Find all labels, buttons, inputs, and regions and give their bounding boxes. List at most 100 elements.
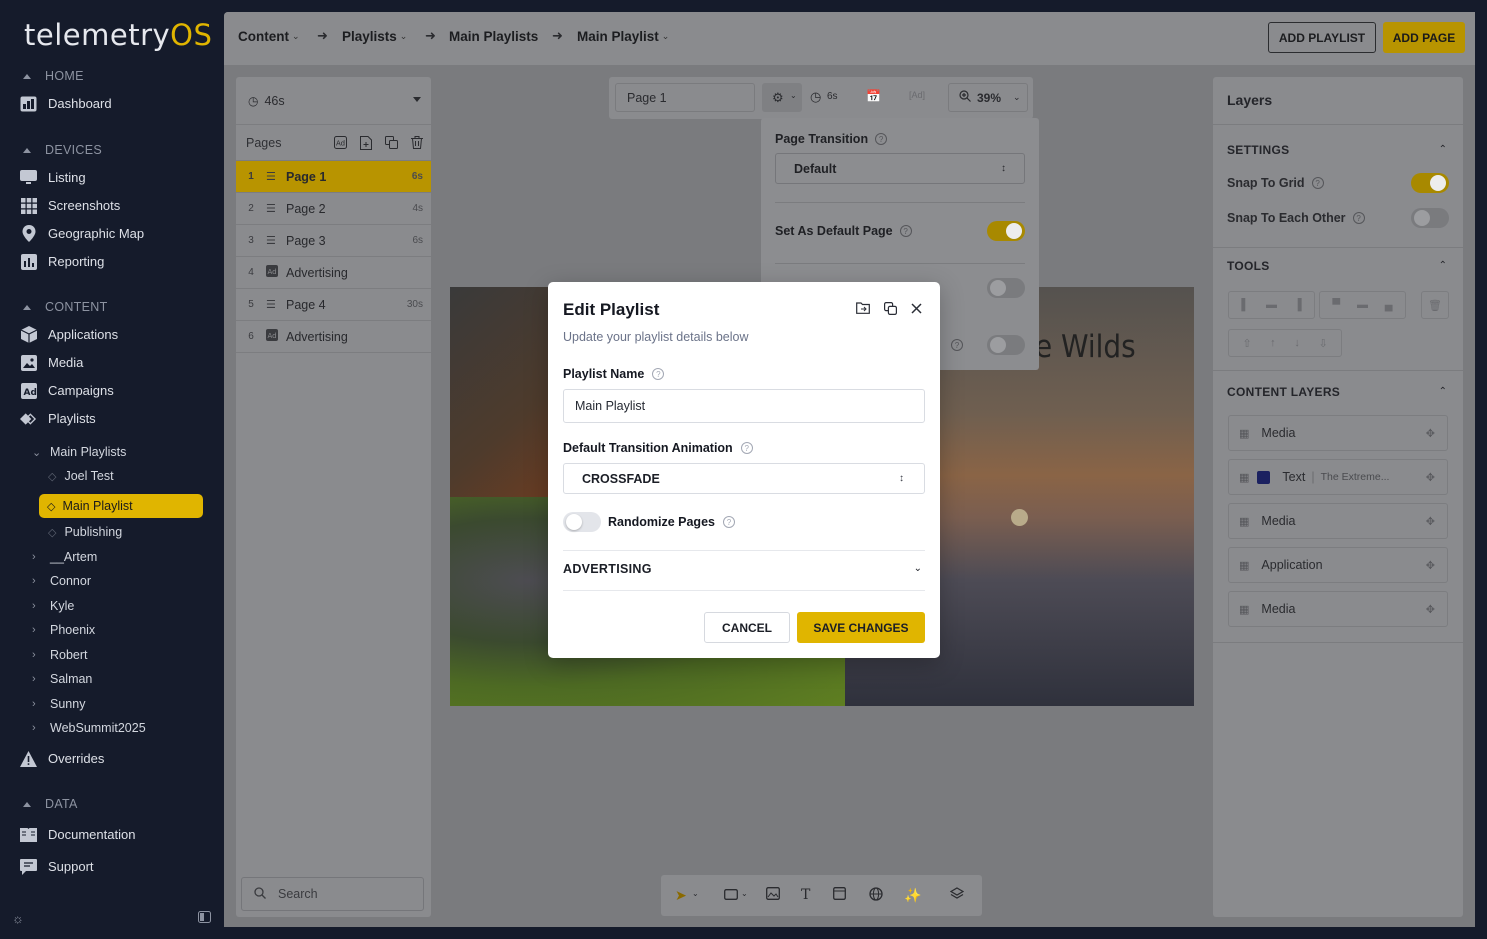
- settings-section-title[interactable]: SETTINGS: [1227, 143, 1289, 157]
- snap-grid-toggle[interactable]: [1411, 173, 1449, 193]
- page-name-input[interactable]: Page 1: [615, 83, 755, 112]
- drag-handle-icon[interactable]: ✥: [1426, 603, 1435, 616]
- sidebar-item-documentation[interactable]: Documentation: [20, 826, 135, 843]
- chevron-down-icon[interactable]: ⌄: [914, 563, 922, 574]
- section-data[interactable]: DATA: [20, 797, 78, 811]
- align-top-icon[interactable]: ▀: [1332, 299, 1340, 311]
- drag-handle-icon[interactable]: ✥: [1426, 559, 1435, 572]
- send-back-icon[interactable]: ⇩: [1318, 337, 1327, 350]
- sidebar-item-playlists[interactable]: Playlists: [20, 410, 96, 427]
- section-devices[interactable]: DEVICES: [20, 143, 102, 157]
- page-row[interactable]: 2 ☰ Page 2 4s: [236, 193, 431, 225]
- page-search-input[interactable]: Search: [241, 877, 424, 911]
- sidebar-item-overrides[interactable]: Overrides: [20, 750, 104, 767]
- tree-folder[interactable]: › WebSummit2025: [32, 721, 146, 735]
- duplicate-icon[interactable]: [385, 136, 398, 153]
- sidebar-item-screenshots[interactable]: Screenshots: [20, 197, 120, 214]
- theme-toggle-icon[interactable]: ☼: [12, 911, 26, 926]
- folder-move-icon[interactable]: [856, 302, 870, 318]
- page-row[interactable]: 6 Ad Advertising: [236, 321, 431, 353]
- align-tools-group[interactable]: ▌ ▬ ▐: [1228, 291, 1315, 319]
- layer-item[interactable]: ▦ Media ✥: [1228, 503, 1448, 539]
- setting-toggle[interactable]: [987, 278, 1025, 298]
- section-home[interactable]: HOME: [20, 69, 84, 83]
- drag-handle-icon[interactable]: ✥: [1426, 427, 1435, 440]
- align-left-icon[interactable]: ▌: [1241, 299, 1249, 311]
- calendar-icon[interactable]: 📅: [866, 89, 881, 103]
- page-row[interactable]: 3 ☰ Page 3 6s: [236, 225, 431, 257]
- page-row[interactable]: 4 Ad Advertising: [236, 257, 431, 289]
- magic-wand-icon[interactable]: ✨: [904, 887, 921, 904]
- collapse-sidebar-icon[interactable]: [198, 911, 212, 925]
- breadcrumb-main-playlist[interactable]: Main Playlist ⌄: [577, 29, 669, 44]
- text-tool-icon[interactable]: T: [801, 887, 810, 903]
- drag-handle-icon[interactable]: ✥: [1426, 471, 1435, 484]
- add-page-icon[interactable]: [360, 136, 372, 153]
- layer-item[interactable]: ▦ Application ✥: [1228, 547, 1448, 583]
- add-ad-page-icon[interactable]: Ad: [334, 136, 347, 153]
- select-cursor-icon[interactable]: ➤: [675, 887, 687, 904]
- close-icon[interactable]: [911, 302, 922, 318]
- layer-item[interactable]: ▦ Media ✥: [1228, 591, 1448, 627]
- image-icon[interactable]: [766, 887, 780, 903]
- advertising-section-toggle[interactable]: ADVERTISING: [563, 562, 652, 576]
- snap-each-toggle[interactable]: [1411, 208, 1449, 228]
- default-page-toggle[interactable]: [987, 221, 1025, 241]
- playlist-name-input[interactable]: Main Playlist: [563, 389, 925, 423]
- duplicate-icon[interactable]: [884, 302, 898, 318]
- tree-folder[interactable]: › Salman: [32, 672, 92, 686]
- page-row[interactable]: 5 ☰ Page 4 30s: [236, 289, 431, 321]
- content-layers-title[interactable]: CONTENT LAYERS: [1227, 385, 1340, 399]
- sidebar-item-geographic-map[interactable]: Geographic Map: [20, 225, 144, 242]
- valign-tools-group[interactable]: ▀ ▬ ▄: [1319, 291, 1406, 319]
- sidebar-item-reporting[interactable]: Reporting: [20, 253, 104, 270]
- align-right-icon[interactable]: ▐: [1294, 299, 1302, 311]
- chevron-up-icon[interactable]: ⌃: [1439, 260, 1447, 271]
- rectangle-icon[interactable]: [724, 887, 738, 903]
- delete-tool[interactable]: 🗑: [1421, 291, 1449, 319]
- send-backward-icon[interactable]: ↓: [1294, 337, 1300, 349]
- cancel-button[interactable]: CANCEL: [704, 612, 790, 643]
- order-tools-group[interactable]: ⇧ ↑ ↓ ⇩: [1228, 329, 1342, 357]
- page-row[interactable]: 1 ☰ Page 1 6s: [236, 161, 431, 193]
- sidebar-item-support[interactable]: Support: [20, 858, 94, 875]
- tree-folder[interactable]: › Connor: [32, 574, 91, 588]
- text-layer[interactable]: e Wilds: [1035, 329, 1136, 365]
- tree-main-playlist-active[interactable]: ◇ Main Playlist: [39, 494, 203, 518]
- sidebar-item-listing[interactable]: Listing: [20, 169, 86, 186]
- page-settings-button[interactable]: ⚙ ⌄: [762, 83, 802, 112]
- application-icon[interactable]: [833, 887, 846, 903]
- playlist-duration-dropdown[interactable]: ◷ 46s: [236, 77, 431, 125]
- page-transition-select[interactable]: Default ↕: [775, 153, 1025, 184]
- layer-item[interactable]: ▦ Media ✥: [1228, 415, 1448, 451]
- tools-section-title[interactable]: TOOLS: [1227, 259, 1270, 273]
- add-page-button[interactable]: ADD PAGE: [1383, 22, 1465, 53]
- drag-handle-icon[interactable]: ✥: [1426, 515, 1435, 528]
- breadcrumb-content[interactable]: Content ⌄: [238, 29, 300, 44]
- sidebar-item-applications[interactable]: Applications: [20, 326, 118, 343]
- bring-forward-icon[interactable]: ↑: [1270, 337, 1276, 349]
- trash-icon[interactable]: [411, 136, 423, 153]
- layer-item[interactable]: ▦ Text | The Extreme... ✥: [1228, 459, 1448, 495]
- add-playlist-button[interactable]: ADD PLAYLIST: [1268, 22, 1376, 53]
- align-bottom-icon[interactable]: ▄: [1385, 299, 1393, 311]
- tree-folder[interactable]: › Kyle: [32, 599, 74, 613]
- zoom-dropdown[interactable]: 39% ⌄: [948, 83, 1028, 112]
- tree-folder[interactable]: › Robert: [32, 648, 88, 662]
- globe-icon[interactable]: [869, 887, 883, 904]
- align-middle-icon[interactable]: ▬: [1357, 299, 1368, 311]
- breadcrumb-main-playlists[interactable]: Main Playlists: [449, 29, 538, 44]
- section-content[interactable]: CONTENT: [20, 300, 108, 314]
- chevron-down-icon[interactable]: ⌄: [741, 889, 748, 898]
- align-center-icon[interactable]: ▬: [1266, 299, 1277, 311]
- randomize-toggle[interactable]: [563, 512, 601, 532]
- tree-folder[interactable]: › Sunny: [32, 697, 85, 711]
- sidebar-item-campaigns[interactable]: Ad Campaigns: [20, 382, 114, 399]
- tree-publishing[interactable]: ◇ Publishing: [48, 525, 122, 539]
- timer-icon[interactable]: ◷: [810, 89, 821, 105]
- layers-icon[interactable]: [949, 887, 965, 904]
- chevron-up-icon[interactable]: ⌃: [1439, 386, 1447, 397]
- save-changes-button[interactable]: SAVE CHANGES: [797, 612, 925, 643]
- tree-folder[interactable]: › __Artem: [32, 550, 97, 564]
- tree-folder[interactable]: › Phoenix: [32, 623, 95, 637]
